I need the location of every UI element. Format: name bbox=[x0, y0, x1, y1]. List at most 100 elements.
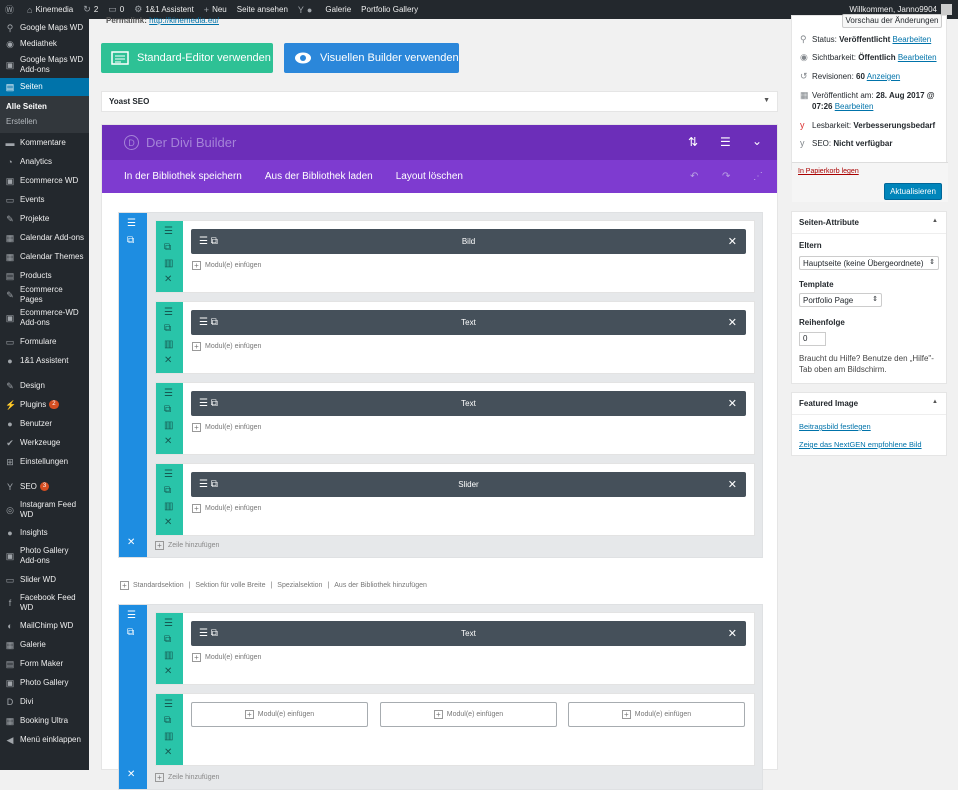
module-close-icon[interactable]: ✕ bbox=[728, 478, 737, 491]
sidebar-item[interactable]: ◀ Menü einklappen bbox=[0, 730, 89, 749]
sidebar-item[interactable]: ✎ Design bbox=[0, 376, 89, 395]
redo-icon[interactable]: ↷ bbox=[722, 171, 730, 182]
special-section-link[interactable]: Spezialsektion bbox=[277, 582, 322, 589]
history-icon[interactable]: ⋰ bbox=[753, 171, 763, 182]
sidebar-item[interactable]: ◔ Analytics bbox=[0, 152, 89, 171]
sidebar-item[interactable]: Y SEO 3 bbox=[0, 477, 89, 496]
sidebar-item[interactable]: ▤ Products bbox=[0, 266, 89, 285]
row-duplicate-icon[interactable]: ⧉ bbox=[164, 715, 171, 726]
library-section-link[interactable]: Aus der Bibliothek hinzufügen bbox=[334, 582, 427, 589]
sidebar-item[interactable]: D Divi bbox=[0, 692, 89, 711]
load-from-library-tab[interactable]: Aus der Bibliothek laden bbox=[265, 171, 373, 182]
gallery-link[interactable]: Galerie bbox=[320, 0, 356, 19]
module-text[interactable]: ☰ ⧉ Text ✕ bbox=[191, 310, 746, 335]
row-delete-icon[interactable]: ✕ bbox=[164, 747, 172, 758]
sidebar-item[interactable]: ▤ Seiten bbox=[0, 78, 89, 96]
undo-icon[interactable]: ↶ bbox=[690, 171, 698, 182]
order-input[interactable]: 0 bbox=[799, 332, 826, 346]
section-delete-icon[interactable]: ✕ bbox=[127, 769, 135, 780]
sidebar-item[interactable]: ▦ Calendar Add-ons bbox=[0, 228, 89, 247]
submenu-item[interactable]: Alle Seiten bbox=[0, 99, 89, 114]
updates-link[interactable]: ↻ 2 bbox=[78, 0, 103, 19]
row-4[interactable]: ☰ ⧉ ▥ ✕ ☰ ⧉ Slider ✕ + Modul(e) einfügen bbox=[155, 463, 755, 536]
sidebar-item[interactable]: ▬ Kommentare bbox=[0, 133, 89, 152]
section-delete-icon[interactable]: ✕ bbox=[127, 537, 135, 548]
column-insert-module-button[interactable]: + Modul(e) einfügen bbox=[380, 702, 557, 727]
row-menu-icon[interactable]: ☰ bbox=[164, 226, 173, 237]
sidebar-item[interactable]: ● Insights bbox=[0, 523, 89, 542]
add-row-button[interactable]: + Zeile hinzufügen bbox=[155, 773, 219, 782]
row-menu-icon[interactable]: ☰ bbox=[164, 307, 173, 318]
sidebar-item[interactable]: ⚡ Plugins 2 bbox=[0, 395, 89, 414]
row-delete-icon[interactable]: ✕ bbox=[164, 666, 172, 677]
sidebar-item[interactable]: ⚲ Google Maps WD bbox=[0, 19, 89, 36]
caret-up-icon[interactable]: ▲ bbox=[932, 218, 938, 224]
edit-visibility-link[interactable]: Bearbeiten bbox=[898, 53, 937, 62]
sidebar-item[interactable]: ▦ Calendar Themes bbox=[0, 247, 89, 266]
sidebar-item[interactable]: ● Benutzer bbox=[0, 414, 89, 433]
caret-up-icon[interactable]: ▲ bbox=[932, 399, 938, 405]
portfolio-link[interactable]: Portfolio Gallery bbox=[356, 0, 423, 19]
row-handle[interactable]: ☰ ⧉ ▥ ✕ bbox=[156, 613, 183, 684]
sidebar-item[interactable]: ◉ Mediathek bbox=[0, 36, 89, 52]
yoast-link[interactable]: Y ● bbox=[293, 0, 320, 19]
sidebar-item[interactable]: ▣ Ecommerce-WD Add-ons bbox=[0, 304, 89, 332]
move-to-trash-link[interactable]: In Papierkorb legen bbox=[798, 168, 859, 175]
sort-icon[interactable]: ⇅ bbox=[688, 135, 698, 149]
page-attributes-header[interactable]: Seiten-Attribute ▲ bbox=[792, 212, 946, 234]
sidebar-item[interactable]: ▣ Photo Gallery bbox=[0, 673, 89, 692]
row-duplicate-icon[interactable]: ⧉ bbox=[164, 404, 171, 415]
row-1[interactable]: ☰ ⧉ ▥ ✕ ☰ ⧉ Bild ✕ + Modul(e) einfügen bbox=[155, 220, 755, 293]
save-to-library-tab[interactable]: In der Bibliothek speichern bbox=[124, 171, 242, 182]
sidebar-item[interactable]: ▣ Google Maps WD Add-ons bbox=[0, 52, 89, 78]
section-menu-icon[interactable]: ☰ bbox=[127, 610, 136, 621]
row-menu-icon[interactable]: ☰ bbox=[164, 388, 173, 399]
insert-module-button[interactable]: + Modul(e) einfügen bbox=[192, 423, 261, 432]
caret-down-icon[interactable]: ▼ bbox=[763, 97, 770, 104]
row-columns-icon[interactable]: ▥ bbox=[164, 501, 173, 512]
sidebar-item[interactable]: ✔ Werkzeuge bbox=[0, 433, 89, 452]
row-handle[interactable]: ☰ ⧉ ▥ ✕ bbox=[156, 464, 183, 535]
row-columns-icon[interactable]: ▥ bbox=[164, 258, 173, 269]
module-handle-icon[interactable]: ☰ ⧉ bbox=[199, 317, 218, 328]
row-delete-icon[interactable]: ✕ bbox=[164, 517, 172, 528]
sidebar-item[interactable]: ▭ Formulare bbox=[0, 332, 89, 351]
row-menu-icon[interactable]: ☰ bbox=[164, 699, 173, 710]
sidebar-item[interactable]: ✎ Projekte bbox=[0, 209, 89, 228]
module-handle-icon[interactable]: ☰ ⧉ bbox=[199, 236, 218, 247]
set-featured-image-link[interactable]: Beitragsbild festlegen bbox=[799, 422, 871, 431]
row-duplicate-icon[interactable]: ⧉ bbox=[164, 485, 171, 496]
row-5[interactable]: ☰ ⧉ ▥ ✕ ☰ ⧉ Text ✕ + Modul(e) einfügen bbox=[155, 612, 755, 685]
row-columns-icon[interactable]: ▥ bbox=[164, 420, 173, 431]
row-duplicate-icon[interactable]: ⧉ bbox=[164, 634, 171, 645]
sidebar-item[interactable]: ● 1&1 Assistent bbox=[0, 351, 89, 370]
row-menu-icon[interactable]: ☰ bbox=[164, 618, 173, 629]
row-duplicate-icon[interactable]: ⧉ bbox=[164, 323, 171, 334]
menu-icon[interactable]: ☰ bbox=[720, 135, 731, 149]
row-menu-icon[interactable]: ☰ bbox=[164, 469, 173, 480]
module-close-icon[interactable]: ✕ bbox=[728, 627, 737, 640]
featured-image-header[interactable]: Featured Image ▲ bbox=[792, 393, 946, 415]
sidebar-item[interactable]: ⊞ Einstellungen bbox=[0, 452, 89, 471]
row-2[interactable]: ☰ ⧉ ▥ ✕ ☰ ⧉ Text ✕ + Modul(e) einfügen bbox=[155, 301, 755, 374]
sidebar-item[interactable]: ▤ Form Maker bbox=[0, 654, 89, 673]
module-handle-icon[interactable]: ☰ ⧉ bbox=[199, 479, 218, 490]
section-duplicate-icon[interactable]: ⧉ bbox=[127, 235, 134, 246]
row-columns-icon[interactable]: ▥ bbox=[164, 650, 173, 661]
insert-module-button[interactable]: + Modul(e) einfügen bbox=[192, 342, 261, 351]
template-select[interactable]: Portfolio Page ⇕ bbox=[799, 293, 882, 307]
module-handle-icon[interactable]: ☰ ⧉ bbox=[199, 628, 218, 639]
sidebar-item[interactable]: ✎ Ecommerce Pages bbox=[0, 285, 89, 304]
sidebar-item[interactable]: f Facebook Feed WD bbox=[0, 589, 89, 616]
edit-status-link[interactable]: Bearbeiten bbox=[893, 35, 932, 44]
column-insert-module-button[interactable]: + Modul(e) einfügen bbox=[191, 702, 368, 727]
row-delete-icon[interactable]: ✕ bbox=[164, 436, 172, 447]
preview-changes-button[interactable]: Vorschau der Änderungen bbox=[842, 14, 942, 28]
row-columns-icon[interactable]: ▥ bbox=[164, 731, 173, 742]
wp-logo[interactable]: Ⓦ bbox=[0, 0, 22, 19]
sidebar-item[interactable]: ◎ Instagram Feed WD bbox=[0, 496, 89, 523]
section-handle[interactable]: ☰ ⧉ ✕ bbox=[119, 213, 147, 557]
yoast-seo-box[interactable]: Yoast SEO ▼ bbox=[101, 91, 778, 112]
chevron-down-icon[interactable]: ⌄ bbox=[752, 134, 762, 148]
module-close-icon[interactable]: ✕ bbox=[728, 397, 737, 410]
